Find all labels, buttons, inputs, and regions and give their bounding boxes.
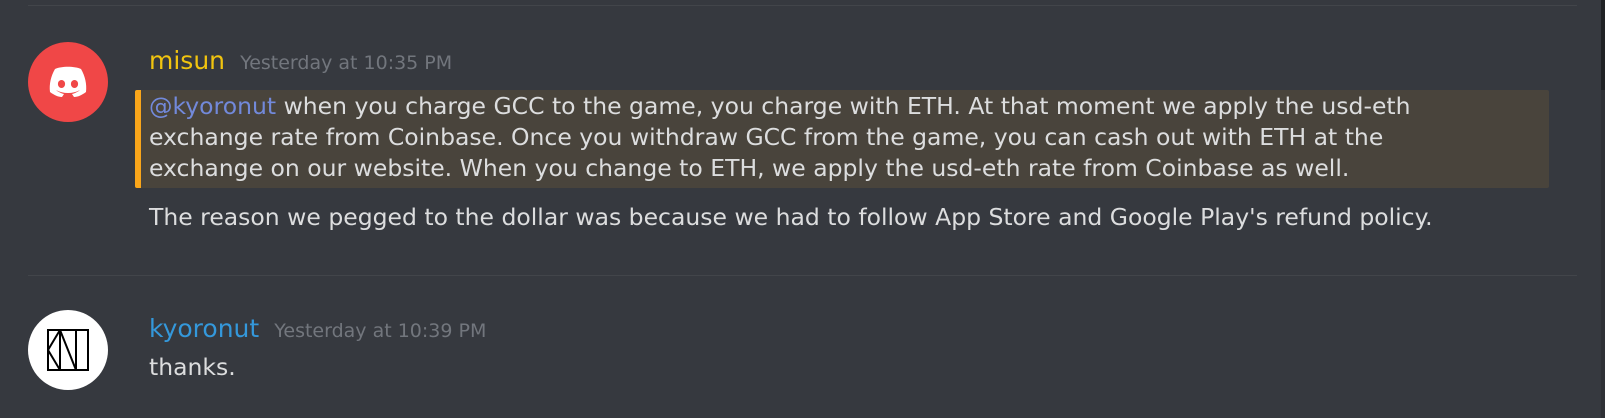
discord-logo-icon (49, 66, 87, 97)
username[interactable]: kyoronut (149, 314, 259, 343)
avatar[interactable] (28, 42, 108, 122)
message-header: kyoronut Yesterday at 10:39 PM (149, 314, 486, 347)
message-divider (28, 275, 1577, 276)
message-line: The reason we pegged to the dollar was b… (149, 203, 1433, 231)
scrollbar-track[interactable] (1601, 0, 1605, 418)
message-divider (28, 5, 1577, 6)
message-header: misun Yesterday at 10:35 PM (149, 46, 452, 79)
mention[interactable]: @kyoronut (149, 92, 276, 120)
avatar[interactable] (28, 310, 108, 390)
message-line: thanks. (149, 353, 236, 381)
scrollbar-thumb[interactable] (1601, 0, 1605, 90)
message-line: exchange on our website. When you change… (149, 154, 1350, 182)
message-line: @kyoronut when you charge GCC to the gam… (149, 91, 1411, 122)
timestamp: Yesterday at 10:39 PM (274, 320, 487, 342)
chat-messages-pane: misun Yesterday at 10:35 PM @kyoronut wh… (0, 0, 1605, 418)
message-line: exchange rate from Coinbase. Once you wi… (149, 123, 1384, 151)
message-text: when you charge GCC to the game, you cha… (276, 92, 1411, 120)
username[interactable]: misun (149, 46, 225, 75)
kyoronut-logo-icon (47, 329, 89, 371)
timestamp: Yesterday at 10:35 PM (240, 52, 453, 74)
